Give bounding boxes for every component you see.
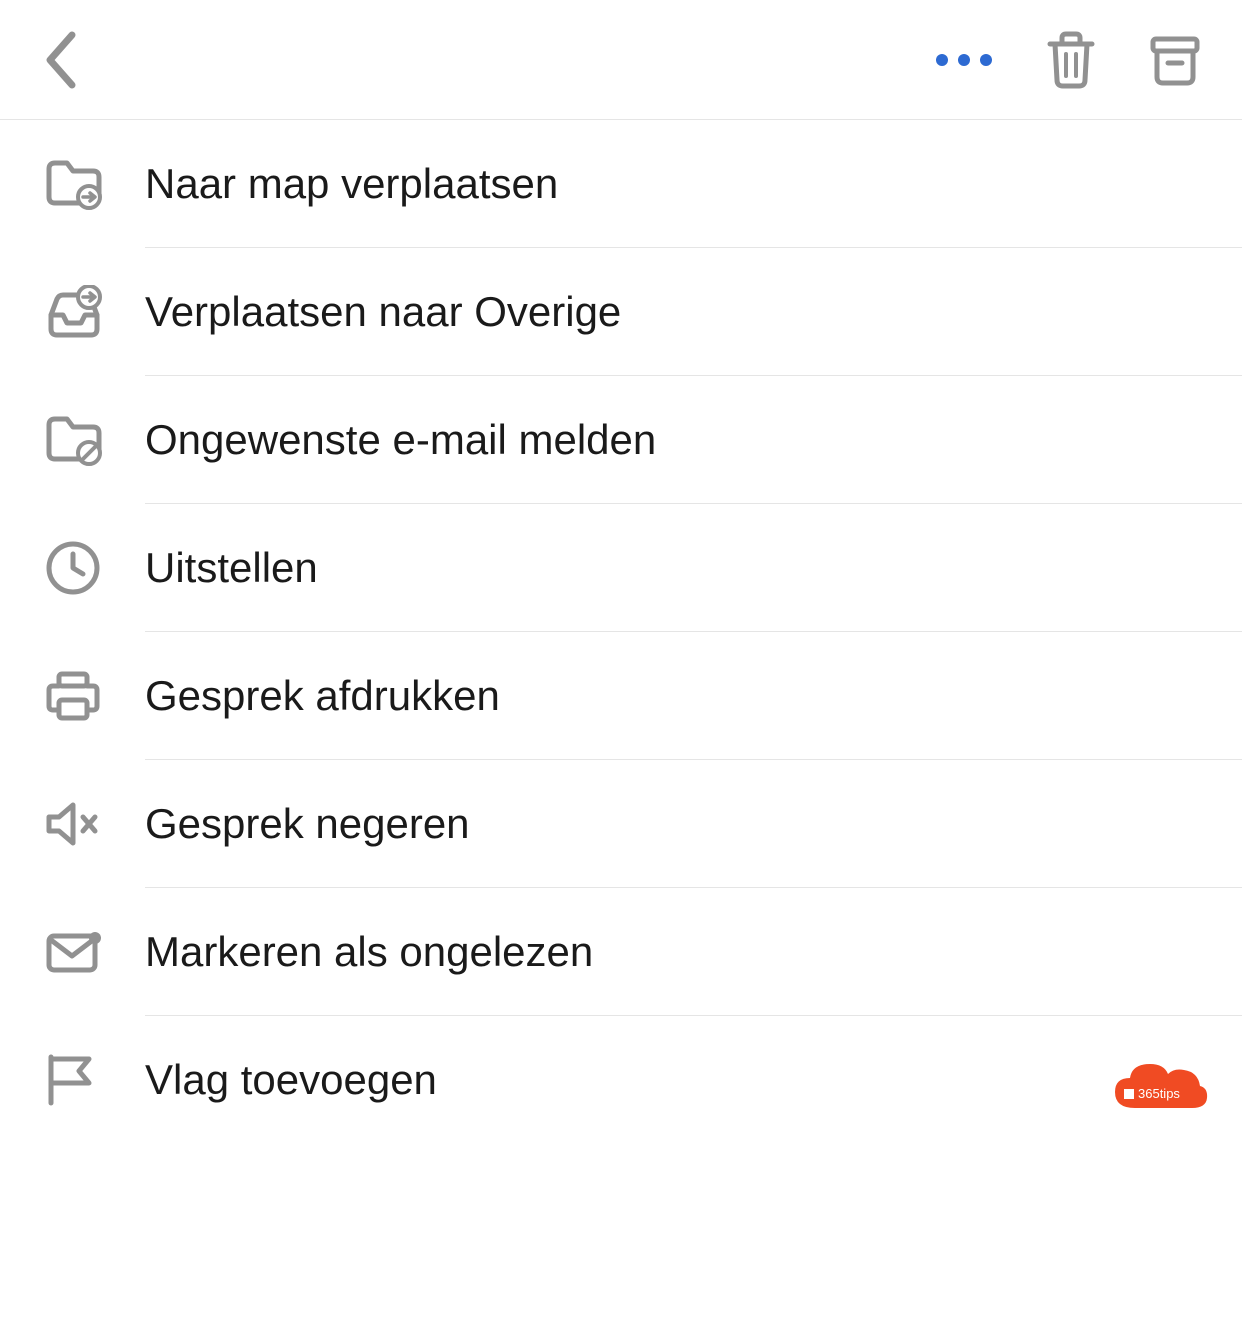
header (0, 0, 1242, 120)
menu-item-label: Naar map verplaatsen (145, 160, 558, 208)
archive-button[interactable] (1148, 33, 1202, 87)
menu-item-label: Verplaatsen naar Overige (145, 288, 621, 336)
trash-icon (1044, 30, 1098, 90)
menu-item-label: Uitstellen (145, 544, 318, 592)
menu-item-label: Vlag toevoegen (145, 1056, 437, 1104)
more-icon (934, 52, 994, 68)
menu-item-print[interactable]: Gesprek afdrukken (0, 632, 1242, 760)
tips-badge[interactable]: 365tips (1110, 1058, 1210, 1116)
inbox-move-icon (45, 285, 145, 339)
menu-item-label: Ongewenste e-mail melden (145, 416, 656, 464)
back-button[interactable] (40, 29, 82, 91)
menu-list: Naar map verplaatsen Verplaatsen naar Ov… (0, 120, 1242, 1144)
clock-icon (45, 540, 145, 596)
menu-item-ignore[interactable]: Gesprek negeren (0, 760, 1242, 888)
folder-block-icon (45, 413, 145, 467)
menu-item-label: Markeren als ongelezen (145, 928, 593, 976)
printer-icon (45, 670, 145, 722)
header-right (934, 30, 1202, 90)
menu-item-move-to-other[interactable]: Verplaatsen naar Overige (0, 248, 1242, 376)
flag-icon (45, 1053, 145, 1107)
menu-item-add-flag[interactable]: Vlag toevoegen (0, 1016, 1242, 1144)
speaker-mute-icon (45, 799, 145, 849)
menu-item-move-to-folder[interactable]: Naar map verplaatsen (0, 120, 1242, 248)
badge-text: 365tips (1138, 1086, 1180, 1101)
chevron-left-icon (40, 29, 82, 91)
menu-item-mark-unread[interactable]: Markeren als ongelezen (0, 888, 1242, 1016)
more-button[interactable] (934, 52, 994, 68)
header-left (40, 29, 82, 91)
delete-button[interactable] (1044, 30, 1098, 90)
mail-unread-icon (45, 930, 145, 974)
menu-item-label: Gesprek afdrukken (145, 672, 500, 720)
folder-move-icon (45, 157, 145, 211)
menu-item-snooze[interactable]: Uitstellen (0, 504, 1242, 632)
menu-item-label: Gesprek negeren (145, 800, 470, 848)
archive-icon (1148, 33, 1202, 87)
menu-item-report-junk[interactable]: Ongewenste e-mail melden (0, 376, 1242, 504)
